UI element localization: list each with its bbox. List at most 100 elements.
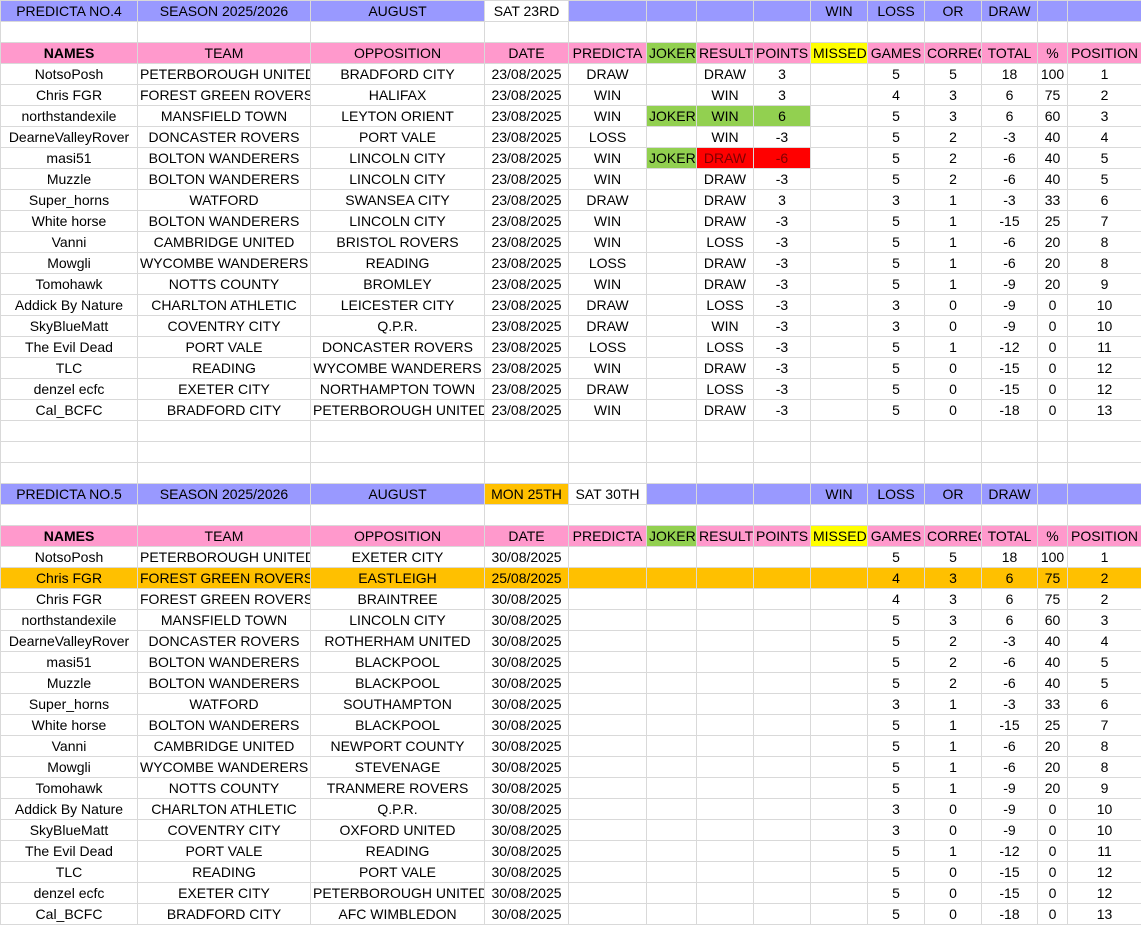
cell-opposition[interactable]: LEICESTER CITY	[310, 294, 485, 316]
empty-cell[interactable]	[1037, 420, 1068, 442]
cell-games[interactable]: 5	[867, 609, 925, 631]
cell-result[interactable]	[696, 672, 754, 694]
cell-joker[interactable]	[646, 63, 697, 85]
cell-total[interactable]: -6	[981, 147, 1038, 169]
cell-date[interactable]: 23/08/2025	[484, 231, 569, 253]
header-games[interactable]: GAMES	[867, 525, 925, 547]
cell-joker[interactable]	[646, 336, 697, 358]
banner-blank[interactable]	[646, 483, 697, 505]
cell-missed[interactable]	[810, 840, 868, 862]
cell-opposition[interactable]: PETERBOROUGH UNITED	[310, 882, 485, 904]
cell-percent[interactable]: 0	[1037, 294, 1068, 316]
cell-total[interactable]: 18	[981, 546, 1038, 568]
cell-position[interactable]: 9	[1067, 777, 1141, 799]
banner-draw[interactable]: DRAW	[981, 483, 1038, 505]
cell-percent[interactable]: 0	[1037, 315, 1068, 337]
cell-percent[interactable]: 20	[1037, 756, 1068, 778]
cell-missed[interactable]	[810, 609, 868, 631]
cell-joker[interactable]	[646, 693, 697, 715]
banner-or[interactable]: OR	[924, 0, 982, 22]
cell-total[interactable]: -6	[981, 168, 1038, 190]
header-total[interactable]: TOTAL	[981, 525, 1038, 547]
empty-cell[interactable]	[1067, 420, 1141, 442]
cell-result[interactable]: DRAW	[696, 147, 754, 169]
cell-correct[interactable]: 3	[924, 588, 982, 610]
cell-missed[interactable]	[810, 126, 868, 148]
cell-opposition[interactable]: BLACKPOOL	[310, 672, 485, 694]
cell-position[interactable]: 1	[1067, 63, 1141, 85]
banner-date-sat[interactable]: SAT 30TH	[568, 483, 647, 505]
cell-result[interactable]: WIN	[696, 84, 754, 106]
cell-date[interactable]: 23/08/2025	[484, 273, 569, 295]
cell-date[interactable]: 23/08/2025	[484, 336, 569, 358]
empty-cell[interactable]	[981, 420, 1038, 442]
cell-team[interactable]: DONCASTER ROVERS	[137, 630, 311, 652]
cell-missed[interactable]	[810, 315, 868, 337]
cell-joker[interactable]	[646, 861, 697, 883]
cell-correct[interactable]: 0	[924, 399, 982, 421]
cell-games[interactable]: 5	[867, 882, 925, 904]
cell-predicta[interactable]	[568, 840, 647, 862]
cell-total[interactable]: -12	[981, 840, 1038, 862]
cell-joker[interactable]	[646, 168, 697, 190]
cell-total[interactable]: -6	[981, 735, 1038, 757]
cell-points[interactable]	[753, 861, 811, 883]
cell-team[interactable]: CAMBRIDGE UNITED	[137, 735, 311, 757]
cell-games[interactable]: 3	[867, 819, 925, 841]
cell-name[interactable]: The Evil Dead	[0, 336, 138, 358]
header-opposition[interactable]: OPPOSITION	[310, 525, 485, 547]
header-date[interactable]: DATE	[484, 42, 569, 64]
cell-missed[interactable]	[810, 378, 868, 400]
cell-team[interactable]: PETERBOROUGH UNITED	[137, 546, 311, 568]
cell-date[interactable]: 23/08/2025	[484, 357, 569, 379]
cell-predicta[interactable]: DRAW	[568, 294, 647, 316]
cell-date[interactable]: 30/08/2025	[484, 693, 569, 715]
cell-total[interactable]: 6	[981, 105, 1038, 127]
empty-cell[interactable]	[137, 462, 311, 484]
empty-cell[interactable]	[1037, 462, 1068, 484]
empty-cell[interactable]	[1037, 441, 1068, 463]
cell-opposition[interactable]: READING	[310, 252, 485, 274]
cell-team[interactable]: BOLTON WANDERERS	[137, 651, 311, 673]
cell-predicta[interactable]	[568, 630, 647, 652]
cell-points[interactable]	[753, 903, 811, 925]
cell-name[interactable]: Chris FGR	[0, 588, 138, 610]
header-position[interactable]: POSITION	[1067, 42, 1141, 64]
cell-date[interactable]: 23/08/2025	[484, 189, 569, 211]
cell-joker[interactable]	[646, 399, 697, 421]
cell-joker[interactable]	[646, 882, 697, 904]
empty-cell[interactable]	[310, 21, 485, 43]
cell-date[interactable]: 30/08/2025	[484, 588, 569, 610]
cell-result[interactable]: WIN	[696, 315, 754, 337]
cell-result[interactable]	[696, 798, 754, 820]
cell-games[interactable]: 5	[867, 168, 925, 190]
cell-percent[interactable]: 33	[1037, 189, 1068, 211]
cell-percent[interactable]: 0	[1037, 840, 1068, 862]
empty-cell[interactable]	[981, 504, 1038, 526]
banner-date-mon[interactable]: MON 25TH	[484, 483, 569, 505]
cell-predicta[interactable]: WIN	[568, 210, 647, 232]
cell-result[interactable]	[696, 609, 754, 631]
banner-or[interactable]: OR	[924, 483, 982, 505]
cell-points[interactable]	[753, 819, 811, 841]
cell-result[interactable]: LOSS	[696, 294, 754, 316]
cell-team[interactable]: CAMBRIDGE UNITED	[137, 231, 311, 253]
cell-games[interactable]: 4	[867, 588, 925, 610]
cell-team[interactable]: CHARLTON ATHLETIC	[137, 294, 311, 316]
cell-joker[interactable]	[646, 546, 697, 568]
cell-opposition[interactable]: Q.P.R.	[310, 798, 485, 820]
cell-team[interactable]: WYCOMBE WANDERERS	[137, 756, 311, 778]
cell-correct[interactable]: 1	[924, 252, 982, 274]
cell-date[interactable]: 30/08/2025	[484, 861, 569, 883]
banner-season[interactable]: SEASON 2025/2026	[137, 0, 311, 22]
cell-team[interactable]: BOLTON WANDERERS	[137, 672, 311, 694]
cell-missed[interactable]	[810, 672, 868, 694]
cell-correct[interactable]: 0	[924, 378, 982, 400]
cell-games[interactable]: 5	[867, 714, 925, 736]
cell-position[interactable]: 2	[1067, 567, 1141, 589]
cell-predicta[interactable]	[568, 588, 647, 610]
cell-points[interactable]	[753, 798, 811, 820]
cell-predicta[interactable]	[568, 567, 647, 589]
cell-name[interactable]: Tomohawk	[0, 273, 138, 295]
empty-cell[interactable]	[810, 504, 868, 526]
